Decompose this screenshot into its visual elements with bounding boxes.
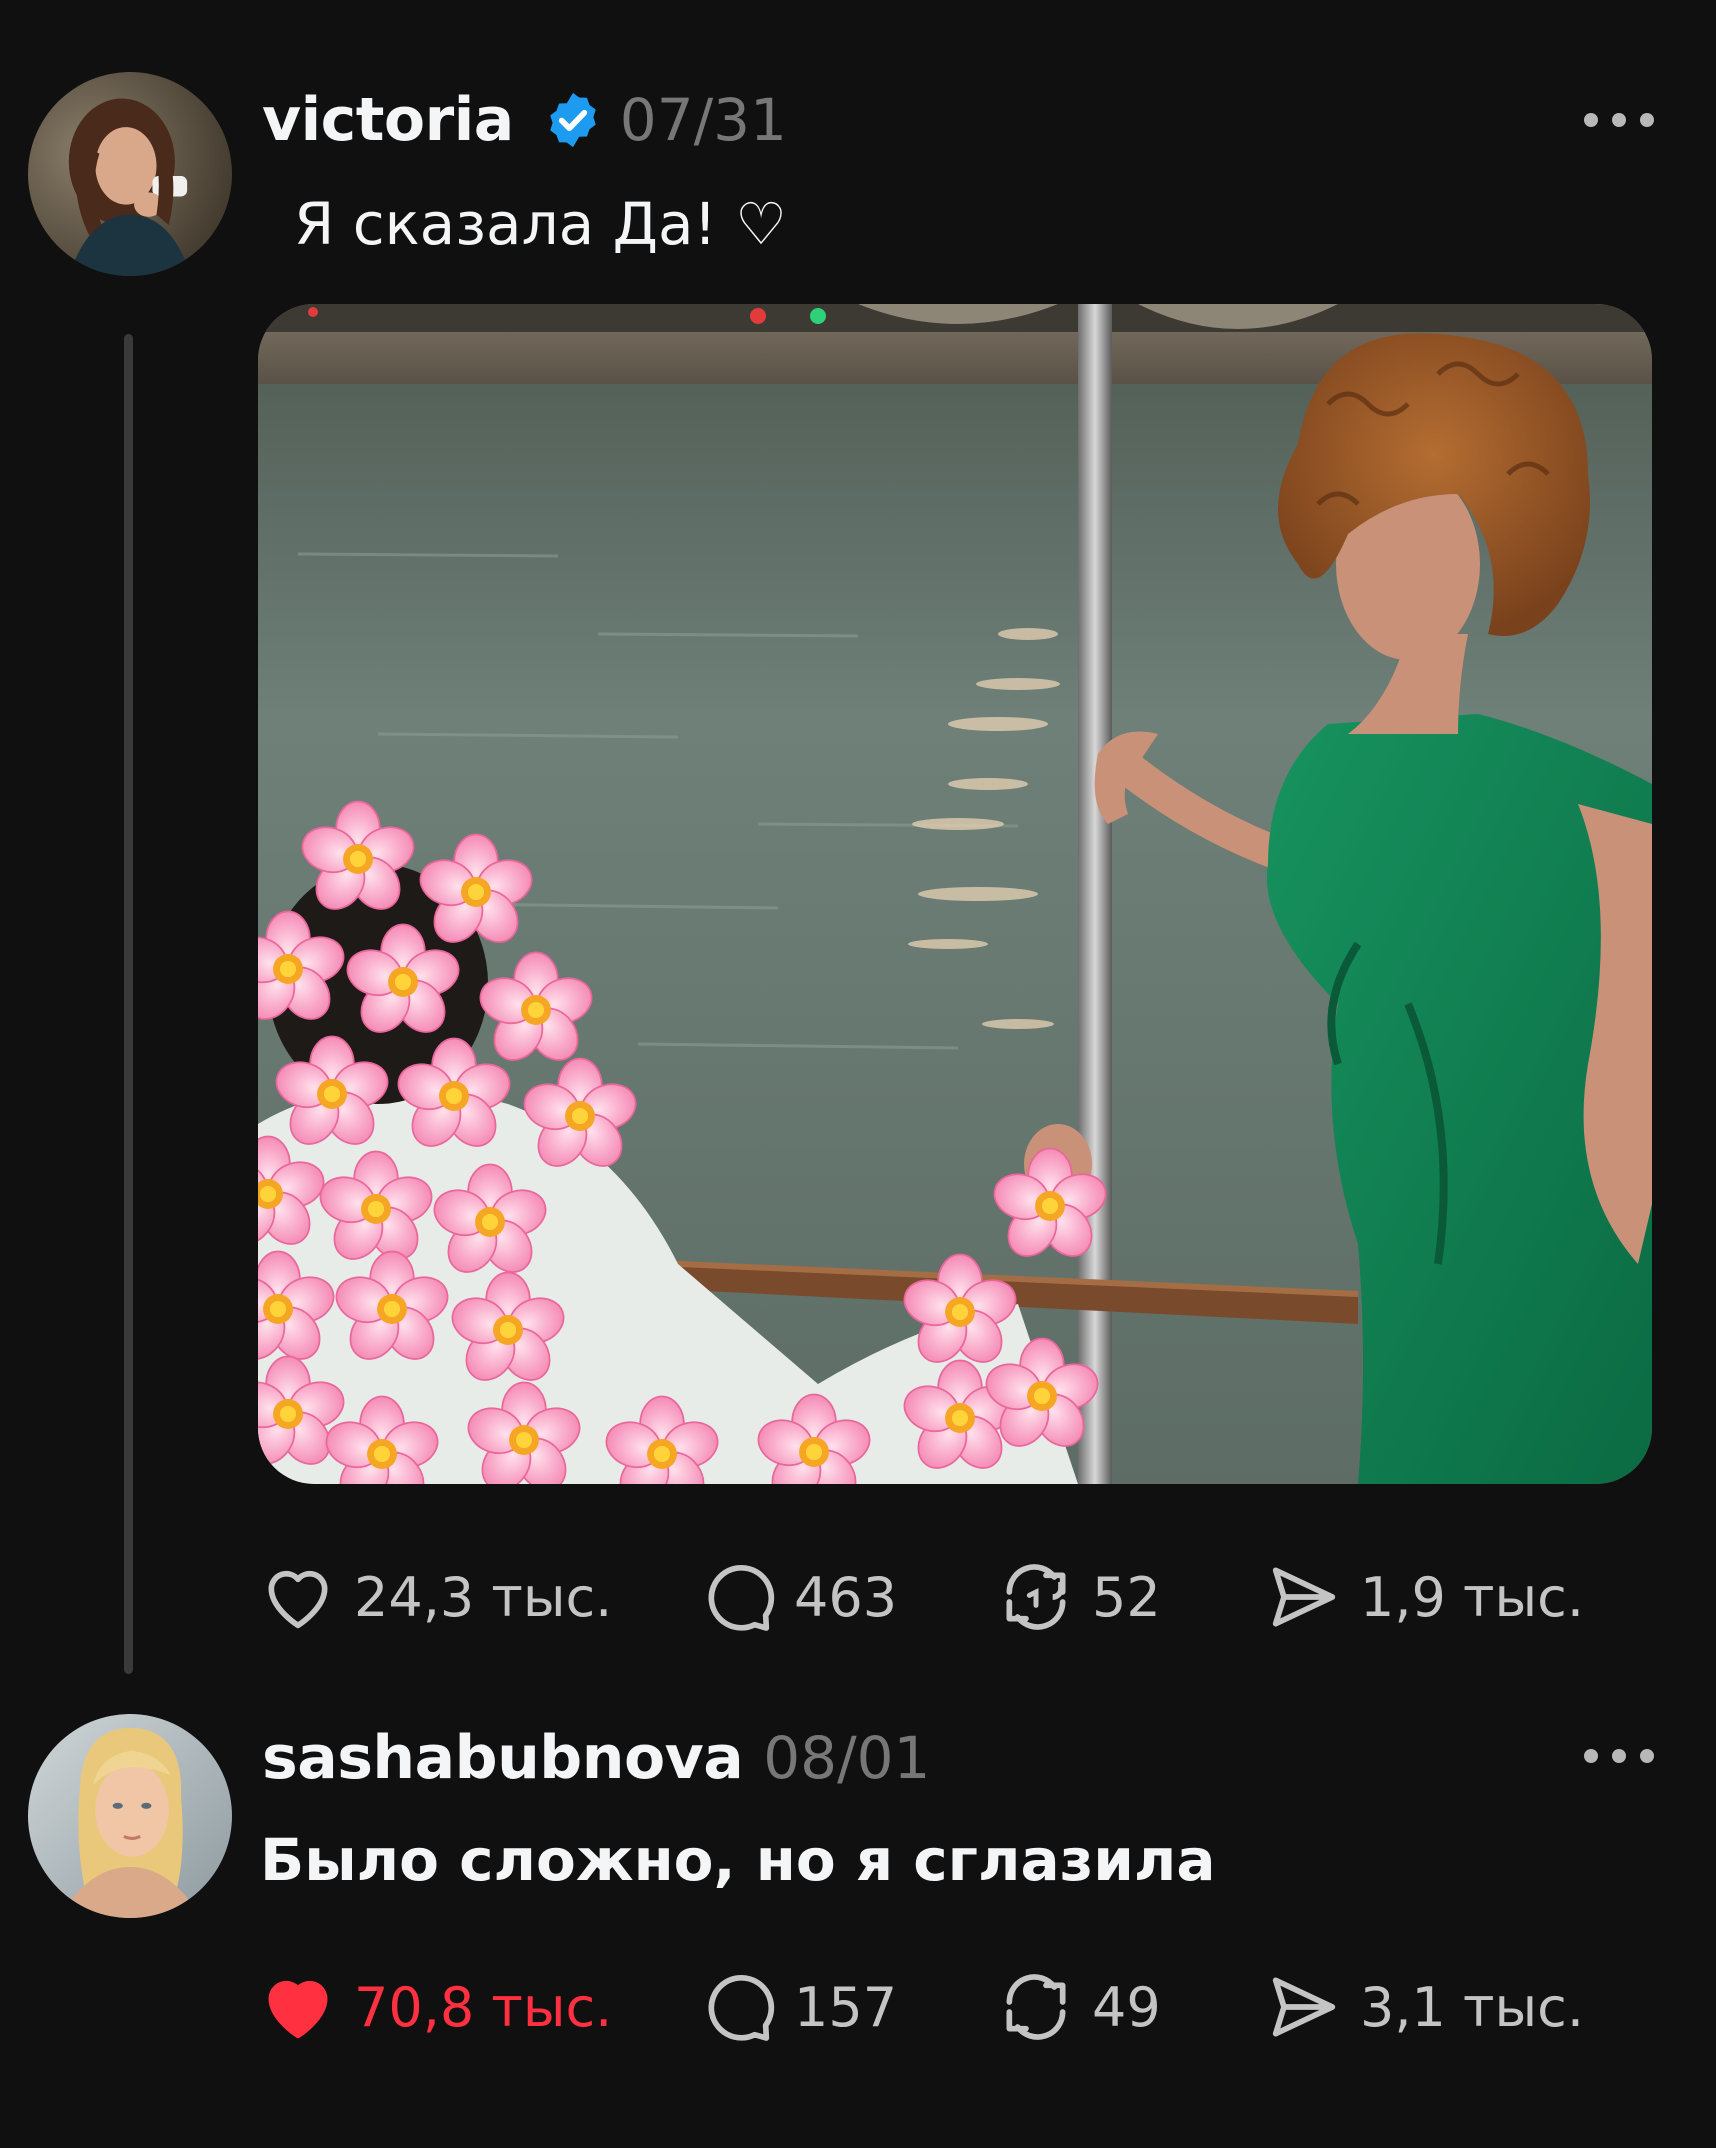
post-image[interactable] <box>258 304 1652 1484</box>
reply-count: 463 <box>794 1565 898 1629</box>
post-date: 08/01 <box>763 1724 931 1792</box>
photo-woman-green-dress-boat <box>258 304 1652 1484</box>
send-icon <box>1272 1977 1336 2037</box>
share-count: 3,1 тыс. <box>1360 1975 1584 2039</box>
avatar-image <box>28 72 232 276</box>
post-actions: 70,8 тыс. 157 49 3,1 тыс. <box>258 1962 1658 2052</box>
thread-line <box>124 334 133 1674</box>
username[interactable]: victoria <box>262 85 514 155</box>
like-button[interactable]: 70,8 тыс. <box>258 1962 612 2052</box>
speech-bubble-icon <box>708 1564 775 1631</box>
post-header: victoria 07/31 <box>262 80 787 160</box>
speech-bubble-icon <box>708 1974 775 2041</box>
repost-count: 52 <box>1092 1565 1161 1629</box>
heart-icon <box>268 1570 328 1629</box>
avatar-victoria[interactable] <box>28 72 232 276</box>
share-button[interactable]: 3,1 тыс. <box>1264 1962 1584 2052</box>
repost-button[interactable]: 49 <box>996 1962 1161 2052</box>
like-count: 24,3 тыс. <box>354 1565 613 1629</box>
heart-filled-icon <box>268 1980 328 2039</box>
avatar-image <box>28 1714 232 1918</box>
post-date: 07/31 <box>619 86 787 154</box>
post-text: Было сложно, но я сглазила <box>260 1826 1216 1894</box>
share-count: 1,9 тыс. <box>1360 1565 1584 1629</box>
more-dots-icon[interactable] <box>1584 1736 1654 1776</box>
repost-button[interactable]: 52 <box>996 1552 1161 1642</box>
post-text: Я сказала Да! ♡ <box>294 190 788 258</box>
post-header: sashabubnova 08/01 <box>262 1718 930 1798</box>
repost-icon <box>1006 1564 1066 1630</box>
username[interactable]: sashabubnova <box>262 1723 744 1793</box>
repost-count: 49 <box>1092 1975 1161 2039</box>
reply-button[interactable]: 157 <box>698 1962 897 2052</box>
like-count: 70,8 тыс. <box>354 1975 613 2039</box>
send-icon <box>1272 1567 1336 1627</box>
share-button[interactable]: 1,9 тыс. <box>1264 1552 1584 1642</box>
reply-count: 157 <box>794 1975 898 2039</box>
post-actions: 24,3 тыс. 463 52 1,9 тыс. <box>258 1552 1658 1642</box>
more-dots-icon[interactable] <box>1584 100 1654 140</box>
reply-button[interactable]: 463 <box>698 1552 897 1642</box>
repost-icon <box>1006 1974 1066 2040</box>
like-button[interactable]: 24,3 тыс. <box>258 1552 612 1642</box>
verified-badge-icon <box>550 92 596 148</box>
avatar-sashabubnova[interactable] <box>28 1714 232 1918</box>
